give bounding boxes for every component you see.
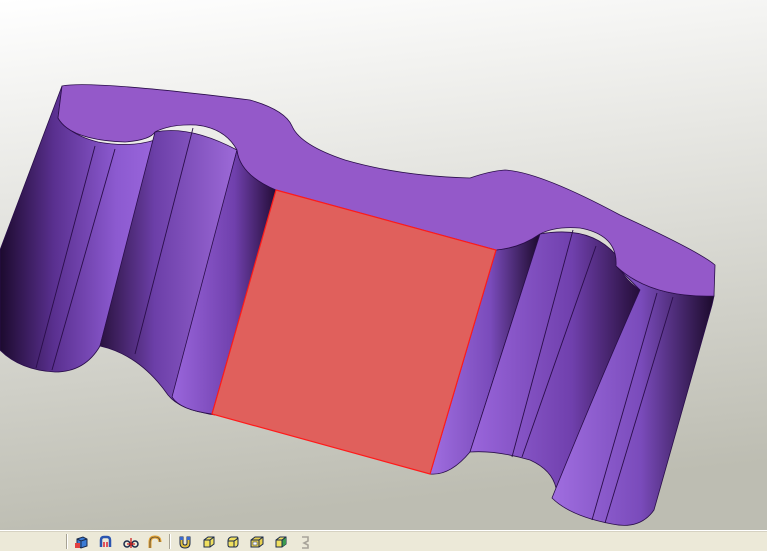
- solid-box-icon[interactable]: [200, 533, 218, 550]
- hook-icon[interactable]: [146, 533, 164, 550]
- pipe-joint-icon[interactable]: [122, 533, 140, 550]
- 3d-viewport[interactable]: [0, 0, 767, 530]
- solid-box-alt-icon[interactable]: [248, 533, 266, 550]
- solid-rounded-box-icon[interactable]: [224, 533, 242, 550]
- disabled-tool-icon: [296, 533, 314, 550]
- toolbar-separator: [66, 534, 68, 549]
- box-view-icon[interactable]: [73, 533, 91, 550]
- toolbar-separator: [169, 534, 171, 549]
- model-canvas[interactable]: [0, 0, 767, 530]
- magnet-icon[interactable]: [176, 533, 194, 550]
- shaded-box-icon[interactable]: [272, 533, 290, 550]
- bottom-toolbar: [0, 530, 767, 551]
- sweep-icon[interactable]: [97, 533, 115, 550]
